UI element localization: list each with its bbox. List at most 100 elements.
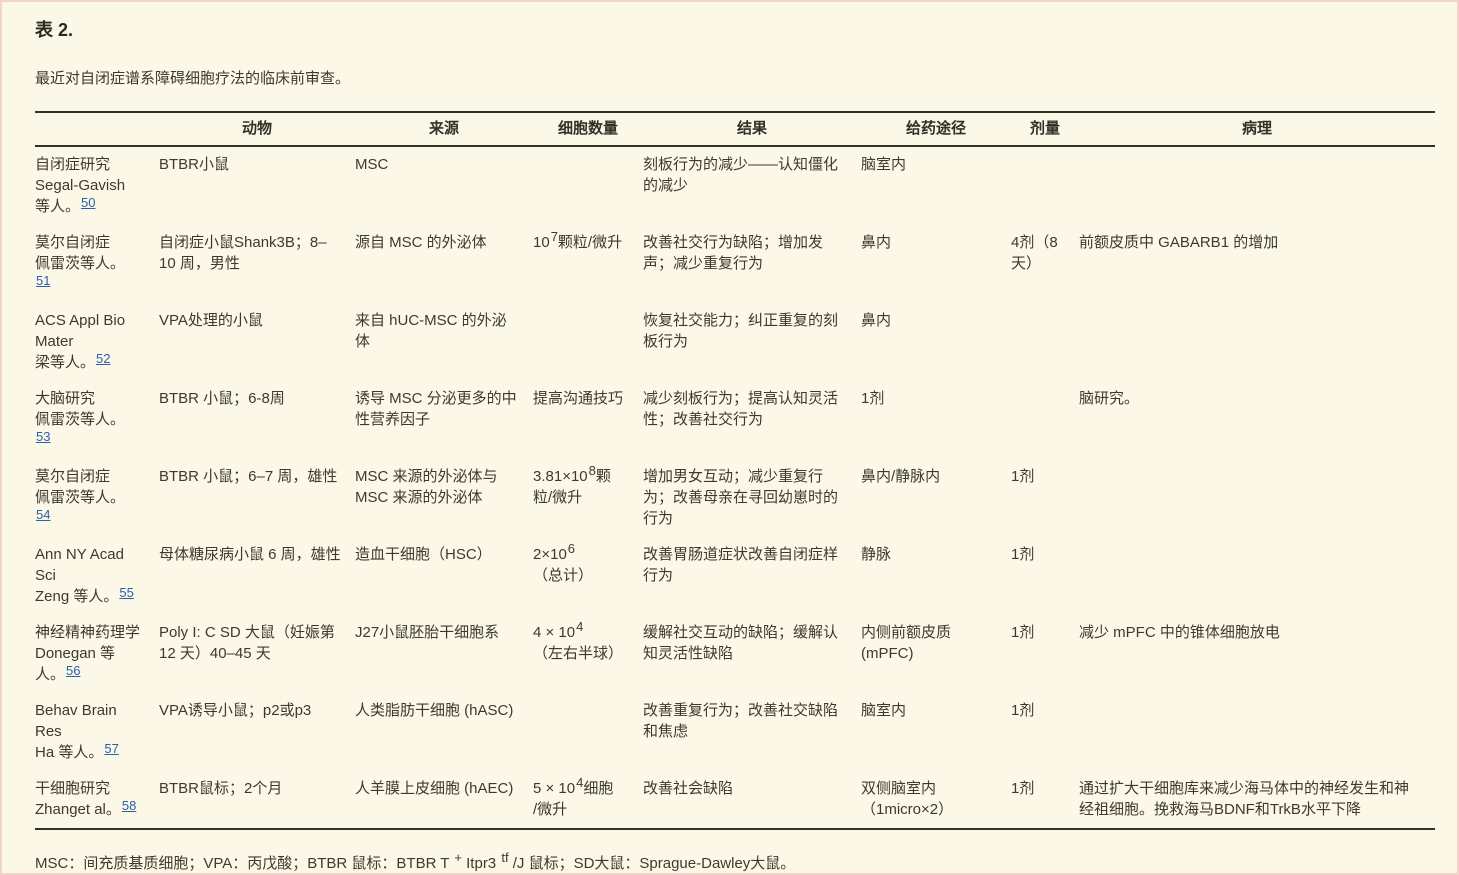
cell-text: 3.81×10 — [533, 468, 588, 485]
cell-results: 增加男女互动；减少重复行为；改善母亲在寻回幼崽时的行为 — [643, 459, 861, 537]
cell-text: 1剂 — [1011, 780, 1034, 797]
table-page: 表 2. 最近对自闭症谱系障碍细胞疗法的临床前审查。 动物来源细胞数量结果给药途… — [0, 0, 1459, 875]
column-header-source: 来源 — [355, 112, 533, 146]
cell-pathology — [1079, 146, 1435, 225]
reference-link[interactable]: 51 — [35, 273, 50, 288]
cell-text: 干细胞研究Zhanget al。 — [35, 780, 121, 818]
cell-text: 神经精神药理学Donegan 等人。 — [35, 624, 140, 683]
cell-results: 缓解社交互动的缺陷；缓解认知灵活性缺陷 — [643, 615, 861, 693]
cell-text: 母体糖尿病小鼠 6 周，雄性 — [159, 546, 341, 563]
cell-text: 1剂 — [861, 390, 884, 407]
cell-text: Poly I: C SD 大鼠（妊娠第 12 天）40–45 天 — [159, 624, 335, 662]
cell-results: 改善社交行为缺陷；增加发声；减少重复行为 — [643, 225, 861, 303]
reference-link[interactable]: 58 — [121, 798, 136, 813]
cell-study: ACS Appl BioMater梁等人。52 — [35, 303, 159, 381]
table-row: Behav BrainResHa 等人。57VPA诱导小鼠；p2或p3人类脂肪干… — [35, 693, 1435, 771]
cell-dose: 1剂 — [1011, 459, 1079, 537]
cell-pathology: 脑研究。 — [1079, 381, 1435, 459]
cell-pathology: 前额皮质中 GABARB1 的增加 — [1079, 225, 1435, 303]
cell-text: 自闭症小鼠Shank3B；8–10 周，男性 — [159, 234, 327, 272]
cell-text: 提高沟通技巧 — [533, 390, 623, 407]
cell-source: 源自 MSC 的外泌体 — [355, 225, 533, 303]
cell-text: 静脉 — [861, 546, 891, 563]
cell-text: 恢复社交能力；纠正重复的刻板行为 — [643, 312, 838, 350]
cell-source: MSC — [355, 146, 533, 225]
cell-count: 3.81×108颗粒/微升 — [533, 459, 643, 537]
cell-text: 1剂 — [1011, 624, 1034, 641]
table-row: Ann NY AcadSciZeng 等人。55母体糖尿病小鼠 6 周，雄性造血… — [35, 537, 1435, 615]
cell-text: 5 × 10 — [533, 780, 575, 797]
cell-text: 1剂 — [1011, 468, 1034, 485]
cell-dose — [1011, 381, 1079, 459]
cell-text: 颗粒/微升 — [558, 234, 622, 251]
cell-results: 刻板行为的减少——认知僵化的减少 — [643, 146, 861, 225]
reference-link[interactable]: 53 — [35, 429, 50, 444]
superscript-text: 7 — [550, 229, 558, 244]
cell-text: /J 鼠标；SD大鼠：Sprague-Dawley大鼠。 — [509, 855, 796, 872]
cell-text: 内侧前额皮质 (mPFC) — [861, 624, 951, 662]
cell-route: 脑室内 — [861, 693, 1011, 771]
reference-link[interactable]: 55 — [118, 585, 133, 600]
footnote: MSC：间充质基质细胞；VPA：丙戊酸；BTBR 鼠标：BTBR T + Itp… — [35, 852, 1430, 873]
table-row: 神经精神药理学Donegan 等人。56Poly I: C SD 大鼠（妊娠第 … — [35, 615, 1435, 693]
cell-text: 鼻内 — [861, 312, 891, 329]
table-row: 干细胞研究Zhanget al。58BTBR鼠标；2个月人羊膜上皮细胞 (hAE… — [35, 771, 1435, 829]
cell-route: 鼻内/静脉内 — [861, 459, 1011, 537]
cell-animal: BTBR鼠标；2个月 — [159, 771, 355, 829]
cell-pathology: 通过扩大干细胞库来减少海马体中的神经发生和神经祖细胞。挽救海马BDNF和TrkB… — [1079, 771, 1435, 829]
cell-pathology — [1079, 693, 1435, 771]
cell-text: 人类脂肪干细胞 (hASC) — [355, 702, 513, 719]
preclinical-review-table: 动物来源细胞数量结果给药途径剂量病理 自闭症研究Segal-Gavish等人。5… — [35, 111, 1435, 830]
cell-study: 大脑研究佩雷茨等人。53 — [35, 381, 159, 459]
cell-study: 莫尔自闭症佩雷茨等人。54 — [35, 459, 159, 537]
cell-study: Behav BrainResHa 等人。57 — [35, 693, 159, 771]
cell-results: 改善重复行为；改善社交缺陷和焦虑 — [643, 693, 861, 771]
cell-source: 人类脂肪干细胞 (hASC) — [355, 693, 533, 771]
cell-text: 前额皮质中 GABARB1 的增加 — [1079, 234, 1278, 251]
cell-dose: 1剂 — [1011, 771, 1079, 829]
cell-text: 脑室内 — [861, 702, 906, 719]
cell-text: 来自 hUC-MSC 的外泌体 — [355, 312, 507, 350]
cell-text: 莫尔自闭症佩雷茨等人。 — [35, 234, 125, 272]
reference-link[interactable]: 54 — [35, 507, 50, 522]
cell-text: 脑室内 — [861, 156, 906, 173]
cell-dose: 4剂（8天） — [1011, 225, 1079, 303]
cell-count — [533, 146, 643, 225]
cell-pathology — [1079, 303, 1435, 381]
cell-study: 神经精神药理学Donegan 等人。56 — [35, 615, 159, 693]
cell-text: 改善重复行为；改善社交缺陷和焦虑 — [643, 702, 838, 740]
cell-text: BTBR小鼠 — [159, 156, 229, 173]
reference-link[interactable]: 52 — [95, 351, 110, 366]
cell-text: Ann NY AcadSciZeng 等人。 — [35, 546, 124, 605]
cell-text: 减少 mPFC 中的锥体细胞放电 — [1079, 624, 1280, 641]
cell-count: 107颗粒/微升 — [533, 225, 643, 303]
cell-text: 1剂 — [1011, 702, 1034, 719]
cell-count: 2×106（总计） — [533, 537, 643, 615]
cell-dose: 1剂 — [1011, 693, 1079, 771]
cell-text: MSC — [355, 156, 388, 173]
cell-study: 莫尔自闭症佩雷茨等人。51 — [35, 225, 159, 303]
cell-study: Ann NY AcadSciZeng 等人。55 — [35, 537, 159, 615]
cell-text: 刻板行为的减少——认知僵化的减少 — [643, 156, 838, 194]
cell-dose: 1剂 — [1011, 615, 1079, 693]
cell-text: J27小鼠胚胎干细胞系 — [355, 624, 499, 641]
cell-text: 源自 MSC 的外泌体 — [355, 234, 487, 251]
cell-source: 诱导 MSC 分泌更多的中性营养因子 — [355, 381, 533, 459]
cell-text: BTBR鼠标；2个月 — [159, 780, 282, 797]
cell-results: 改善胃肠道症状改善自闭症样行为 — [643, 537, 861, 615]
cell-text: 诱导 MSC 分泌更多的中性营养因子 — [355, 390, 517, 428]
cell-pathology — [1079, 459, 1435, 537]
cell-text: 减少刻板行为；提高认知灵活性；改善社交行为 — [643, 390, 838, 428]
page-title: 表 2. — [35, 16, 1430, 42]
page-subtitle: 最近对自闭症谱系障碍细胞疗法的临床前审查。 — [35, 67, 1430, 88]
cell-animal: VPA诱导小鼠；p2或p3 — [159, 693, 355, 771]
column-header-animal: 动物 — [159, 112, 355, 146]
cell-source: MSC 来源的外泌体与 MSC 来源的外泌体 — [355, 459, 533, 537]
reference-link[interactable]: 56 — [65, 663, 80, 678]
cell-text: 改善社会缺陷 — [643, 780, 733, 797]
reference-link[interactable]: 57 — [103, 741, 118, 756]
cell-count — [533, 693, 643, 771]
reference-link[interactable]: 50 — [80, 195, 95, 210]
cell-study: 自闭症研究Segal-Gavish等人。50 — [35, 146, 159, 225]
cell-text: ACS Appl BioMater梁等人。 — [35, 312, 125, 371]
